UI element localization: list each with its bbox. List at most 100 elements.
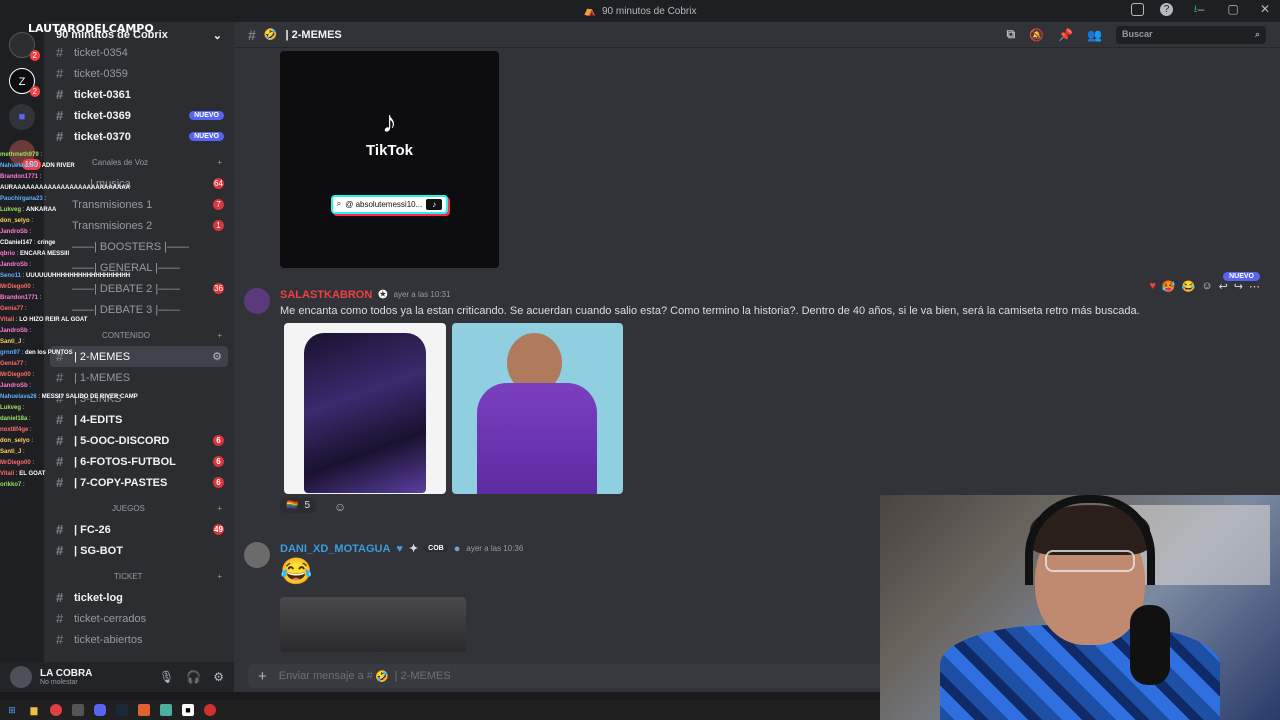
category-ticket[interactable]: TICKET + [44, 565, 234, 587]
app-icon[interactable] [204, 704, 216, 716]
channel-item[interactable]: # ticket-0359 [44, 63, 234, 84]
chat-username: noxt8f4ge [0, 427, 29, 433]
chat-username: Genia77 [0, 361, 24, 367]
channel-item[interactable]: # ticket-0354 [44, 42, 234, 63]
avatar[interactable] [244, 288, 270, 314]
chat-username: Nahuelava26 [0, 394, 37, 400]
tiktok-icon: ♪ [382, 105, 397, 139]
chat-message: MESSI? SALIDO DE RIVER CAMP [41, 394, 138, 400]
player-image[interactable] [452, 323, 623, 494]
hash-icon: # [56, 611, 64, 626]
discord-icon[interactable] [94, 704, 106, 716]
chat-line: Santi_J : [0, 339, 25, 345]
category-games[interactable]: JUEGOS + [44, 497, 234, 519]
chat-username: grnn97 [0, 350, 21, 356]
gear-icon[interactable]: ⚙ [213, 670, 224, 684]
badge-icon: ✦ [408, 543, 419, 555]
clan-tag: COB [424, 545, 448, 552]
message-author[interactable]: DANI_XD_MOTAGUA [280, 543, 390, 555]
avatar[interactable] [10, 666, 32, 688]
username: LA COBRA [40, 668, 93, 679]
tiktok-embed[interactable]: ♪ TikTok ⌕ @ absolutemessi10... ♪ [280, 51, 499, 268]
close-button[interactable]: ✕ [1258, 2, 1272, 16]
pin-icon[interactable]: 📌 [1058, 28, 1073, 42]
minimize-button[interactable]: – [1194, 2, 1208, 16]
chat-line: qbrio : ENCARA MESSIII [0, 251, 70, 257]
threads-icon[interactable]: ⧉ [1007, 27, 1016, 42]
chat-line: Genia77 : [0, 306, 27, 312]
message-author[interactable]: SALASTKABRON [280, 289, 372, 301]
jersey-image[interactable] [284, 323, 446, 494]
channel-item[interactable]: # ticket-0369 NUEVO [44, 105, 234, 126]
app-icon[interactable] [72, 704, 84, 716]
chat-line: Pauchirgana23 : [0, 196, 47, 202]
app-icon[interactable]: ■ [182, 704, 194, 716]
chat-line: Vitali : EL GOAT [0, 471, 46, 477]
tiktok-brand: TikTok [366, 141, 413, 159]
app-icon[interactable] [138, 704, 150, 716]
mention-count: 6 [213, 456, 224, 467]
mute-icon[interactable]: 🔕 [1029, 28, 1044, 42]
search-input[interactable]: Buscar ⌕ [1116, 25, 1266, 44]
plus-icon[interactable]: + [217, 331, 222, 340]
microphone-icon[interactable]: 🎙 [159, 670, 174, 684]
chat-line: Nahuelava26 : ADN RIVER [0, 163, 75, 169]
server-avatar[interactable]: 2 [9, 32, 40, 61]
chat-username: don_selyo [0, 218, 30, 224]
help-icon[interactable]: ? [1160, 3, 1173, 16]
members-icon[interactable]: 👥 [1087, 28, 1102, 42]
add-reaction-icon[interactable]: ☺ [334, 500, 346, 514]
server-avatar[interactable]: Z2 [9, 68, 40, 97]
plus-icon[interactable]: + [217, 572, 222, 581]
chrome-icon[interactable] [50, 704, 62, 716]
hash-icon: # [56, 590, 64, 605]
server-badge: 2 [29, 86, 40, 97]
folder-icon[interactable]: ■ [9, 104, 35, 130]
window-title-text: 90 minutos de Cobrix [601, 5, 697, 17]
channel-name: | FC-26 [74, 523, 111, 536]
plus-icon[interactable]: + [217, 504, 222, 513]
steam-icon[interactable] [116, 704, 128, 716]
channel-name: ticket-abiertos [74, 633, 143, 646]
channel-item[interactable]: # ticket-0361 [44, 84, 234, 105]
plus-icon[interactable]: + [258, 668, 267, 685]
chat-username: Nahuelava26 [0, 163, 37, 169]
search-icon: ⌕ [336, 199, 342, 208]
plus-icon[interactable]: + [217, 158, 222, 167]
channel-name: ticket-cerrados [74, 612, 147, 625]
chat-line: Genia77 : [0, 361, 27, 367]
avatar[interactable] [244, 542, 270, 568]
settings-icon[interactable]: ⚙ [212, 350, 222, 363]
message: SALASTKABRON ✪ ayer a las 10:31 Me encan… [244, 288, 1264, 514]
channel-item[interactable]: # | SG-BOT [44, 540, 234, 561]
channel-item[interactable]: # | FC-26 49 [44, 519, 234, 540]
message-timestamp: ayer a las 10:36 [466, 544, 524, 553]
chat-username: orikko7 [0, 482, 22, 488]
headphones-icon[interactable]: 🎧 [186, 670, 201, 684]
windows-start-icon[interactable]: ⊞ [6, 704, 18, 716]
channel-item[interactable]: # ticket-cerrados [44, 608, 234, 629]
channel-item[interactable]: # ticket-log [44, 587, 234, 608]
screen-icon[interactable] [1131, 3, 1144, 16]
attached-image[interactable] [280, 597, 466, 652]
channel-name: | SG-BOT [74, 544, 123, 557]
chat-line: Nahuelava26 : MESSI? SALIDO DE RIVER CAM… [0, 394, 138, 400]
reaction-pill[interactable]: 🏳️‍🌈 5 [280, 498, 317, 513]
mention-count: 49 [213, 524, 224, 535]
channel-item[interactable]: # ticket-0370 NUEVO [44, 126, 234, 147]
maximize-button[interactable]: ▢ [1226, 2, 1240, 16]
chat-username: MrDiego00 [0, 460, 31, 466]
stream-chat-overlay: methmeth979 : Nahuelava26 : ADN RIVER Bra… [0, 150, 185, 495]
glasses [1045, 550, 1135, 572]
chat-line: AURAAAAAAAAAAAAAAAAAAAAAAAAAAA [0, 183, 185, 194]
channel-item[interactable]: # ticket-abiertos [44, 629, 234, 650]
chat-line: JandroSb : [0, 383, 32, 389]
folder-icon[interactable]: ▆ [28, 704, 40, 716]
chat-message: EL GOAT [19, 471, 46, 477]
chat-message: ANKARAA [26, 207, 57, 213]
category-name: JUEGOS [112, 503, 145, 513]
app-icon[interactable] [160, 704, 172, 716]
search-icon: ⌕ [1254, 28, 1260, 39]
mention-count: 1 [213, 220, 224, 231]
server-icon: ⛺ [583, 5, 596, 17]
